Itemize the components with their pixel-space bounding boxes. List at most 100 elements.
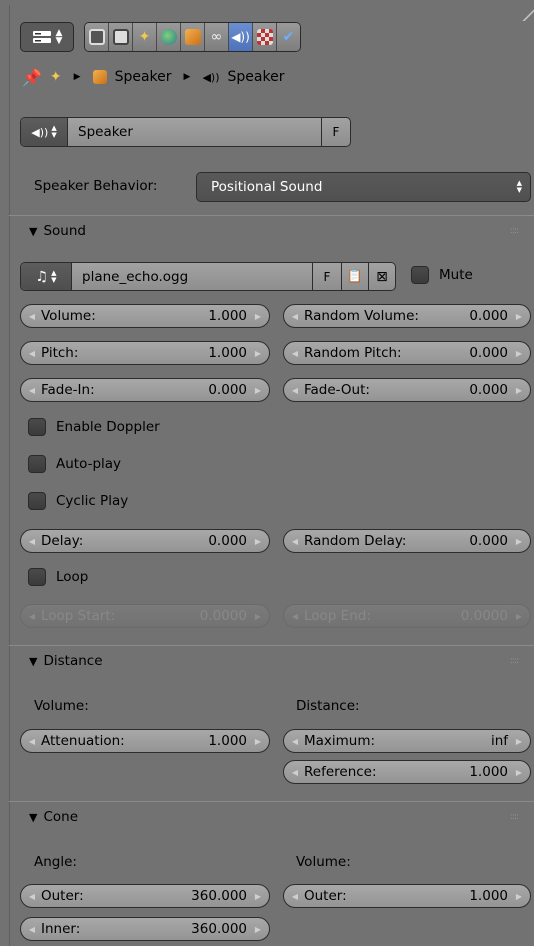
area-corner-grip[interactable] bbox=[519, 5, 534, 21]
increment-arrow-icon[interactable]: ▶ bbox=[514, 386, 524, 395]
random-delay-slider[interactable]: ◀ Random Delay: 0.000 ▶ bbox=[283, 529, 531, 553]
loop-checkbox[interactable]: Loop bbox=[28, 568, 88, 586]
reference-distance-slider[interactable]: ◀ Reference: 1.000 ▶ bbox=[283, 760, 531, 784]
sound-browse-button[interactable]: ♫ ▲ ▼ bbox=[21, 263, 72, 290]
increment-arrow-icon[interactable]: ▶ bbox=[253, 312, 263, 321]
mute-checkbox[interactable]: Mute bbox=[411, 266, 473, 284]
pitch-slider[interactable]: ◀ Pitch: 1.000 ▶ bbox=[20, 341, 270, 365]
decrement-arrow-icon[interactable]: ◀ bbox=[27, 537, 37, 546]
increment-arrow-icon[interactable]: ▶ bbox=[514, 768, 524, 777]
sound-fake-user-button[interactable]: F bbox=[312, 263, 341, 290]
enable-doppler-box[interactable] bbox=[28, 418, 46, 436]
datablock-name-input[interactable]: Speaker bbox=[68, 124, 321, 140]
volume-outer-label: Outer: bbox=[304, 888, 347, 904]
decrement-arrow-icon[interactable]: ◀ bbox=[290, 768, 300, 777]
decrement-arrow-icon[interactable]: ◀ bbox=[290, 349, 300, 358]
loop-end-slider[interactable]: ◀ Loop End: 0.0000 ▶ bbox=[283, 604, 531, 628]
mute-checkbox-box[interactable] bbox=[411, 266, 429, 284]
maximum-distance-slider[interactable]: ◀ Maximum: inf ▶ bbox=[283, 729, 531, 753]
fake-user-button[interactable]: F bbox=[321, 118, 350, 146]
increment-arrow-icon[interactable]: ▶ bbox=[253, 925, 263, 934]
loop-start-value: 0.0000 bbox=[199, 608, 247, 624]
volume-label: Volume: bbox=[41, 308, 96, 324]
loop-start-slider[interactable]: ◀ Loop Start: 0.0000 ▶ bbox=[20, 604, 270, 628]
decrement-arrow-icon[interactable]: ◀ bbox=[27, 892, 37, 901]
auto-play-box[interactable] bbox=[28, 455, 46, 473]
sound-file-selector: ♫ ▲ ▼ plane_echo.ogg F 📋 ⊠ bbox=[20, 262, 396, 291]
tab-texture[interactable] bbox=[253, 22, 277, 51]
tab-render[interactable] bbox=[85, 22, 109, 51]
decrement-arrow-icon[interactable]: ◀ bbox=[290, 386, 300, 395]
random-pitch-label: Random Pitch: bbox=[304, 345, 402, 361]
breadcrumb-arrow-icon: ▶ bbox=[183, 72, 191, 82]
enable-doppler-checkbox[interactable]: Enable Doppler bbox=[28, 418, 160, 436]
mute-label: Mute bbox=[439, 267, 473, 283]
sound-panel-header[interactable]: ▼ Sound :::: bbox=[9, 215, 534, 246]
random-pitch-slider[interactable]: ◀ Random Pitch: 0.000 ▶ bbox=[283, 341, 531, 365]
decrement-arrow-icon[interactable]: ◀ bbox=[290, 892, 300, 901]
datablock-browse-button[interactable]: ◀)) ▲ ▼ bbox=[21, 118, 68, 146]
angle-outer-value: 360.000 bbox=[191, 888, 247, 904]
random-volume-slider[interactable]: ◀ Random Volume: 0.000 ▶ bbox=[283, 304, 531, 328]
enable-doppler-label: Enable Doppler bbox=[56, 419, 160, 435]
increment-arrow-icon[interactable]: ▶ bbox=[514, 312, 524, 321]
increment-arrow-icon[interactable]: ▶ bbox=[514, 737, 524, 746]
cone-angle-outer-slider[interactable]: ◀ Outer: 360.000 ▶ bbox=[20, 884, 270, 908]
decrement-arrow-icon[interactable]: ◀ bbox=[27, 349, 37, 358]
tab-world[interactable] bbox=[157, 22, 181, 51]
updown-arrows-icon: ▲ ▼ bbox=[51, 124, 57, 139]
tab-object[interactable] bbox=[181, 22, 205, 51]
tab-speaker-data[interactable]: ◀)) bbox=[229, 22, 253, 51]
cone-angle-inner-slider[interactable]: ◀ Inner: 360.000 ▶ bbox=[20, 917, 270, 941]
sound-file-name[interactable]: plane_echo.ogg bbox=[72, 269, 312, 285]
decrement-arrow-icon[interactable]: ◀ bbox=[290, 537, 300, 546]
increment-arrow-icon[interactable]: ▶ bbox=[253, 612, 263, 621]
decrement-arrow-icon[interactable]: ◀ bbox=[27, 737, 37, 746]
pin-icon[interactable]: 📌 bbox=[22, 68, 42, 87]
increment-arrow-icon[interactable]: ▶ bbox=[253, 737, 263, 746]
decrement-arrow-icon[interactable]: ◀ bbox=[290, 612, 300, 621]
decrement-arrow-icon[interactable]: ◀ bbox=[27, 612, 37, 621]
attenuation-slider[interactable]: ◀ Attenuation: 1.000 ▶ bbox=[20, 729, 270, 753]
increment-arrow-icon[interactable]: ▶ bbox=[514, 537, 524, 546]
panel-drag-grip-icon[interactable]: :::: bbox=[510, 656, 519, 666]
delay-slider[interactable]: ◀ Delay: 0.000 ▶ bbox=[20, 529, 270, 553]
volume-value: 1.000 bbox=[208, 308, 247, 324]
unlink-x-icon[interactable]: ⊠ bbox=[368, 263, 395, 290]
editor-type-button[interactable]: ▲ ▼ bbox=[20, 21, 74, 52]
decrement-arrow-icon[interactable]: ◀ bbox=[290, 312, 300, 321]
decrement-arrow-icon[interactable]: ◀ bbox=[290, 737, 300, 746]
panel-drag-grip-icon[interactable]: :::: bbox=[510, 812, 519, 822]
fade-in-slider[interactable]: ◀ Fade-In: 0.000 ▶ bbox=[20, 378, 270, 402]
tab-render-layers[interactable] bbox=[109, 22, 133, 51]
increment-arrow-icon[interactable]: ▶ bbox=[514, 612, 524, 621]
tab-scene[interactable]: ✦ bbox=[133, 22, 157, 51]
fade-out-slider[interactable]: ◀ Fade-Out: 0.000 ▶ bbox=[283, 378, 531, 402]
decrement-arrow-icon[interactable]: ◀ bbox=[27, 925, 37, 934]
tab-constraints[interactable]: ∞ bbox=[205, 22, 229, 51]
auto-play-checkbox[interactable]: Auto-play bbox=[28, 455, 121, 473]
speaker-behavior-dropdown[interactable]: Positional Sound ▲ ▼ bbox=[196, 172, 531, 202]
object-icon bbox=[184, 28, 201, 45]
breadcrumb-arrow-icon: ▶ bbox=[73, 72, 81, 82]
tab-modifier[interactable]: ✔ bbox=[277, 22, 300, 51]
cyclic-play-box[interactable] bbox=[28, 492, 46, 510]
pack-file-icon[interactable]: 📋 bbox=[341, 263, 368, 290]
cyclic-play-checkbox[interactable]: Cyclic Play bbox=[28, 492, 128, 510]
cone-volume-outer-slider[interactable]: ◀ Outer: 1.000 ▶ bbox=[283, 884, 531, 908]
increment-arrow-icon[interactable]: ▶ bbox=[514, 349, 524, 358]
increment-arrow-icon[interactable]: ▶ bbox=[253, 537, 263, 546]
increment-arrow-icon[interactable]: ▶ bbox=[253, 349, 263, 358]
cone-volume-label: Volume: bbox=[296, 854, 351, 870]
panel-drag-grip-icon[interactable]: :::: bbox=[510, 226, 519, 236]
distance-panel-header[interactable]: ▼ Distance :::: bbox=[9, 645, 534, 676]
loop-box[interactable] bbox=[28, 568, 46, 586]
random-delay-value: 0.000 bbox=[469, 533, 508, 549]
cone-panel-header[interactable]: ▼ Cone :::: bbox=[9, 801, 534, 832]
increment-arrow-icon[interactable]: ▶ bbox=[253, 386, 263, 395]
decrement-arrow-icon[interactable]: ◀ bbox=[27, 386, 37, 395]
increment-arrow-icon[interactable]: ▶ bbox=[253, 892, 263, 901]
increment-arrow-icon[interactable]: ▶ bbox=[514, 892, 524, 901]
volume-slider[interactable]: ◀ Volume: 1.000 ▶ bbox=[20, 304, 270, 328]
decrement-arrow-icon[interactable]: ◀ bbox=[27, 312, 37, 321]
